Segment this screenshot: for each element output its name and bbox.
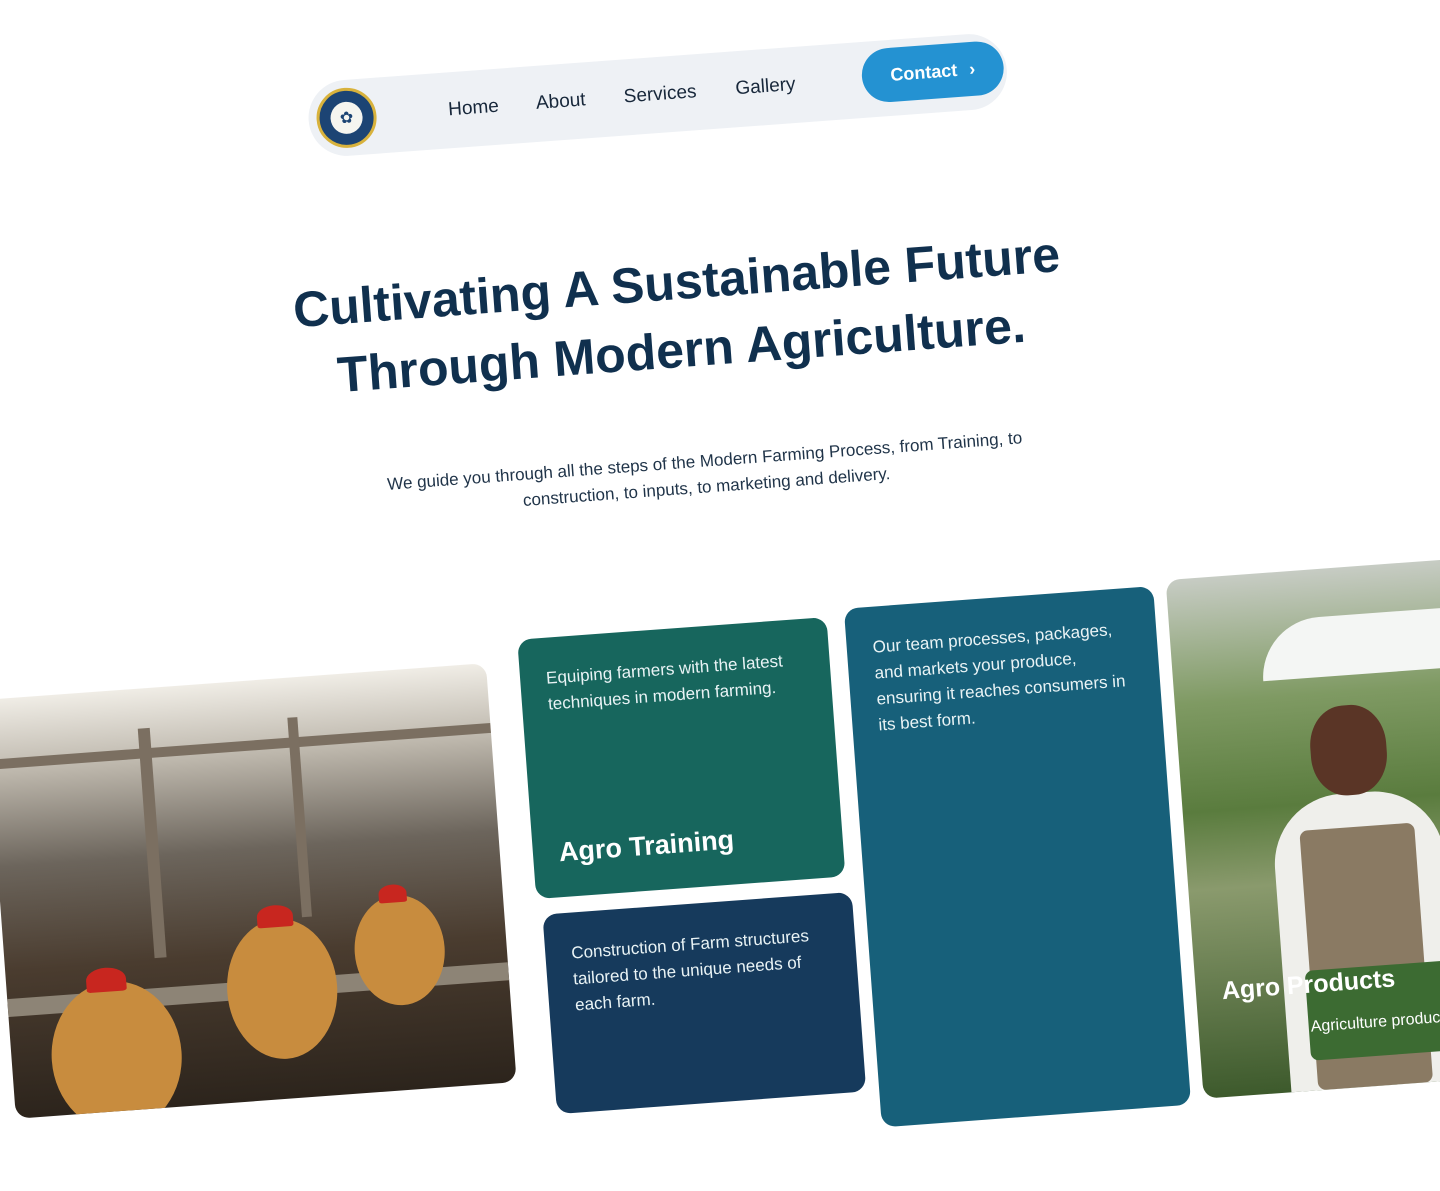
- hero-subtitle: We guide you through all the steps of th…: [386, 428, 1023, 510]
- agro-training-text: Equiping farmers with the latest techniq…: [545, 651, 784, 714]
- contact-button[interactable]: Contact ›: [859, 39, 1006, 104]
- chevron-right-icon: ›: [968, 58, 976, 79]
- marketing-card[interactable]: Our team processes, packages, and market…: [843, 586, 1192, 1128]
- farmer-head: [1307, 702, 1390, 798]
- agro-products-card[interactable]: Agro Products Agriculture products like: [1165, 556, 1440, 1099]
- hen: [350, 892, 449, 1009]
- agro-training-title: Agro Training: [557, 824, 736, 868]
- hen-comb: [85, 966, 127, 994]
- marketing-text: Our team processes, packages, and market…: [872, 620, 1127, 735]
- navbar: ✿ Home About Services Gallery Contact ›: [305, 31, 1010, 159]
- greenhouse-tunnel: [1258, 603, 1440, 682]
- hen: [222, 915, 343, 1063]
- construction-card[interactable]: Construction of Farm structures tailored…: [542, 891, 867, 1115]
- roof-post: [287, 717, 312, 918]
- nav-link-services[interactable]: Services: [623, 81, 697, 108]
- hen-comb: [377, 883, 408, 904]
- nav-link-about[interactable]: About: [535, 89, 586, 115]
- chicken-emblem-icon: ✿: [329, 100, 364, 135]
- roof-beam: [0, 722, 492, 770]
- nav-link-home[interactable]: Home: [447, 96, 499, 122]
- hero-title: Cultivating A Sustainable Future Through…: [235, 216, 1123, 416]
- company-logo[interactable]: ✿: [314, 85, 379, 150]
- roof-post: [137, 727, 167, 959]
- agro-training-card[interactable]: Equiping farmers with the latest techniq…: [517, 617, 846, 900]
- nav-link-gallery[interactable]: Gallery: [735, 74, 797, 100]
- construction-text: Construction of Farm structures tailored…: [570, 926, 810, 1015]
- poultry-house-image: [0, 663, 517, 1119]
- page-stage: ✿ Home About Services Gallery Contact › …: [0, 0, 1440, 1128]
- hen-comb: [256, 903, 294, 929]
- contact-label: Contact: [889, 59, 958, 85]
